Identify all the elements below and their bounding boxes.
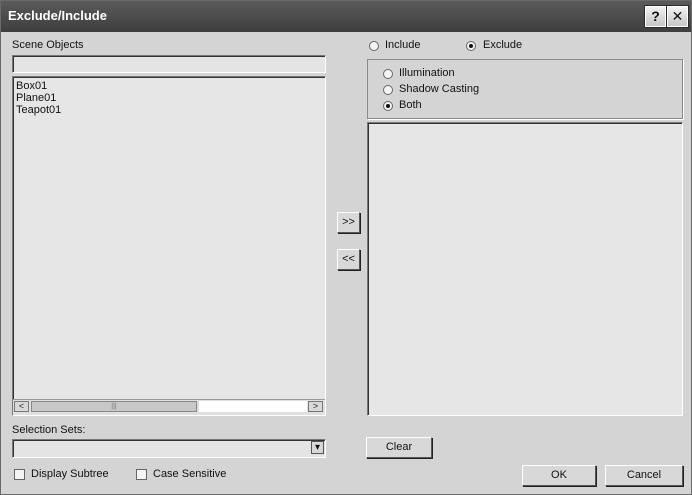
case-sensitive-label: Case Sensitive: [153, 468, 227, 480]
move-right-button[interactable]: >>: [337, 212, 360, 233]
window-title: Exclude/Include: [8, 8, 107, 23]
dropdown-arrow-icon[interactable]: ▾: [311, 441, 324, 454]
excluded-objects-list[interactable]: [367, 122, 683, 416]
horizontal-scrollbar[interactable]: < ||| >: [13, 399, 325, 415]
move-left-button[interactable]: <<: [337, 249, 360, 270]
object-list-items: Box01 Plane01 Teapot01: [16, 80, 61, 116]
exclude-label: Exclude: [483, 39, 523, 51]
list-item[interactable]: Box01: [16, 80, 61, 92]
title-bar[interactable]: Exclude/Include ? ✕: [1, 1, 691, 32]
include-label: Include: [385, 39, 421, 51]
display-subtree-checkbox[interactable]: [14, 469, 25, 480]
scene-objects-label: Scene Objects: [12, 39, 84, 51]
scroll-left-icon[interactable]: <: [14, 401, 29, 412]
include-radio[interactable]: [369, 41, 379, 51]
illumination-radio[interactable]: [383, 69, 393, 79]
scroll-track[interactable]: [199, 401, 307, 412]
object-filter-input[interactable]: [12, 55, 326, 73]
cancel-button[interactable]: Cancel: [605, 465, 683, 486]
help-icon[interactable]: ?: [644, 5, 667, 28]
both-label: Both: [399, 99, 422, 111]
scene-objects-list[interactable]: Box01 Plane01 Teapot01 < ||| >: [12, 76, 326, 416]
shadow-casting-radio[interactable]: [383, 85, 393, 95]
light-type-group: Illumination Shadow Casting Both: [367, 59, 683, 119]
shadow-casting-label: Shadow Casting: [399, 83, 480, 95]
both-radio[interactable]: [383, 101, 393, 111]
case-sensitive-checkbox[interactable]: [136, 469, 147, 480]
close-icon[interactable]: ✕: [666, 5, 689, 28]
ok-button[interactable]: OK: [522, 465, 596, 486]
exclude-include-dialog: Exclude/Include ? ✕ Scene Objects Box01 P…: [0, 0, 692, 495]
list-item[interactable]: Plane01: [16, 92, 61, 104]
scroll-right-icon[interactable]: >: [308, 401, 323, 412]
selection-sets-dropdown[interactable]: ▾: [12, 439, 326, 458]
exclude-radio[interactable]: [466, 41, 476, 51]
selection-sets-label: Selection Sets:: [12, 424, 86, 436]
display-subtree-label: Display Subtree: [31, 468, 109, 480]
clear-button[interactable]: Clear: [366, 437, 432, 458]
illumination-label: Illumination: [399, 67, 455, 79]
scroll-thumb[interactable]: |||: [31, 401, 197, 412]
list-item[interactable]: Teapot01: [16, 104, 61, 116]
